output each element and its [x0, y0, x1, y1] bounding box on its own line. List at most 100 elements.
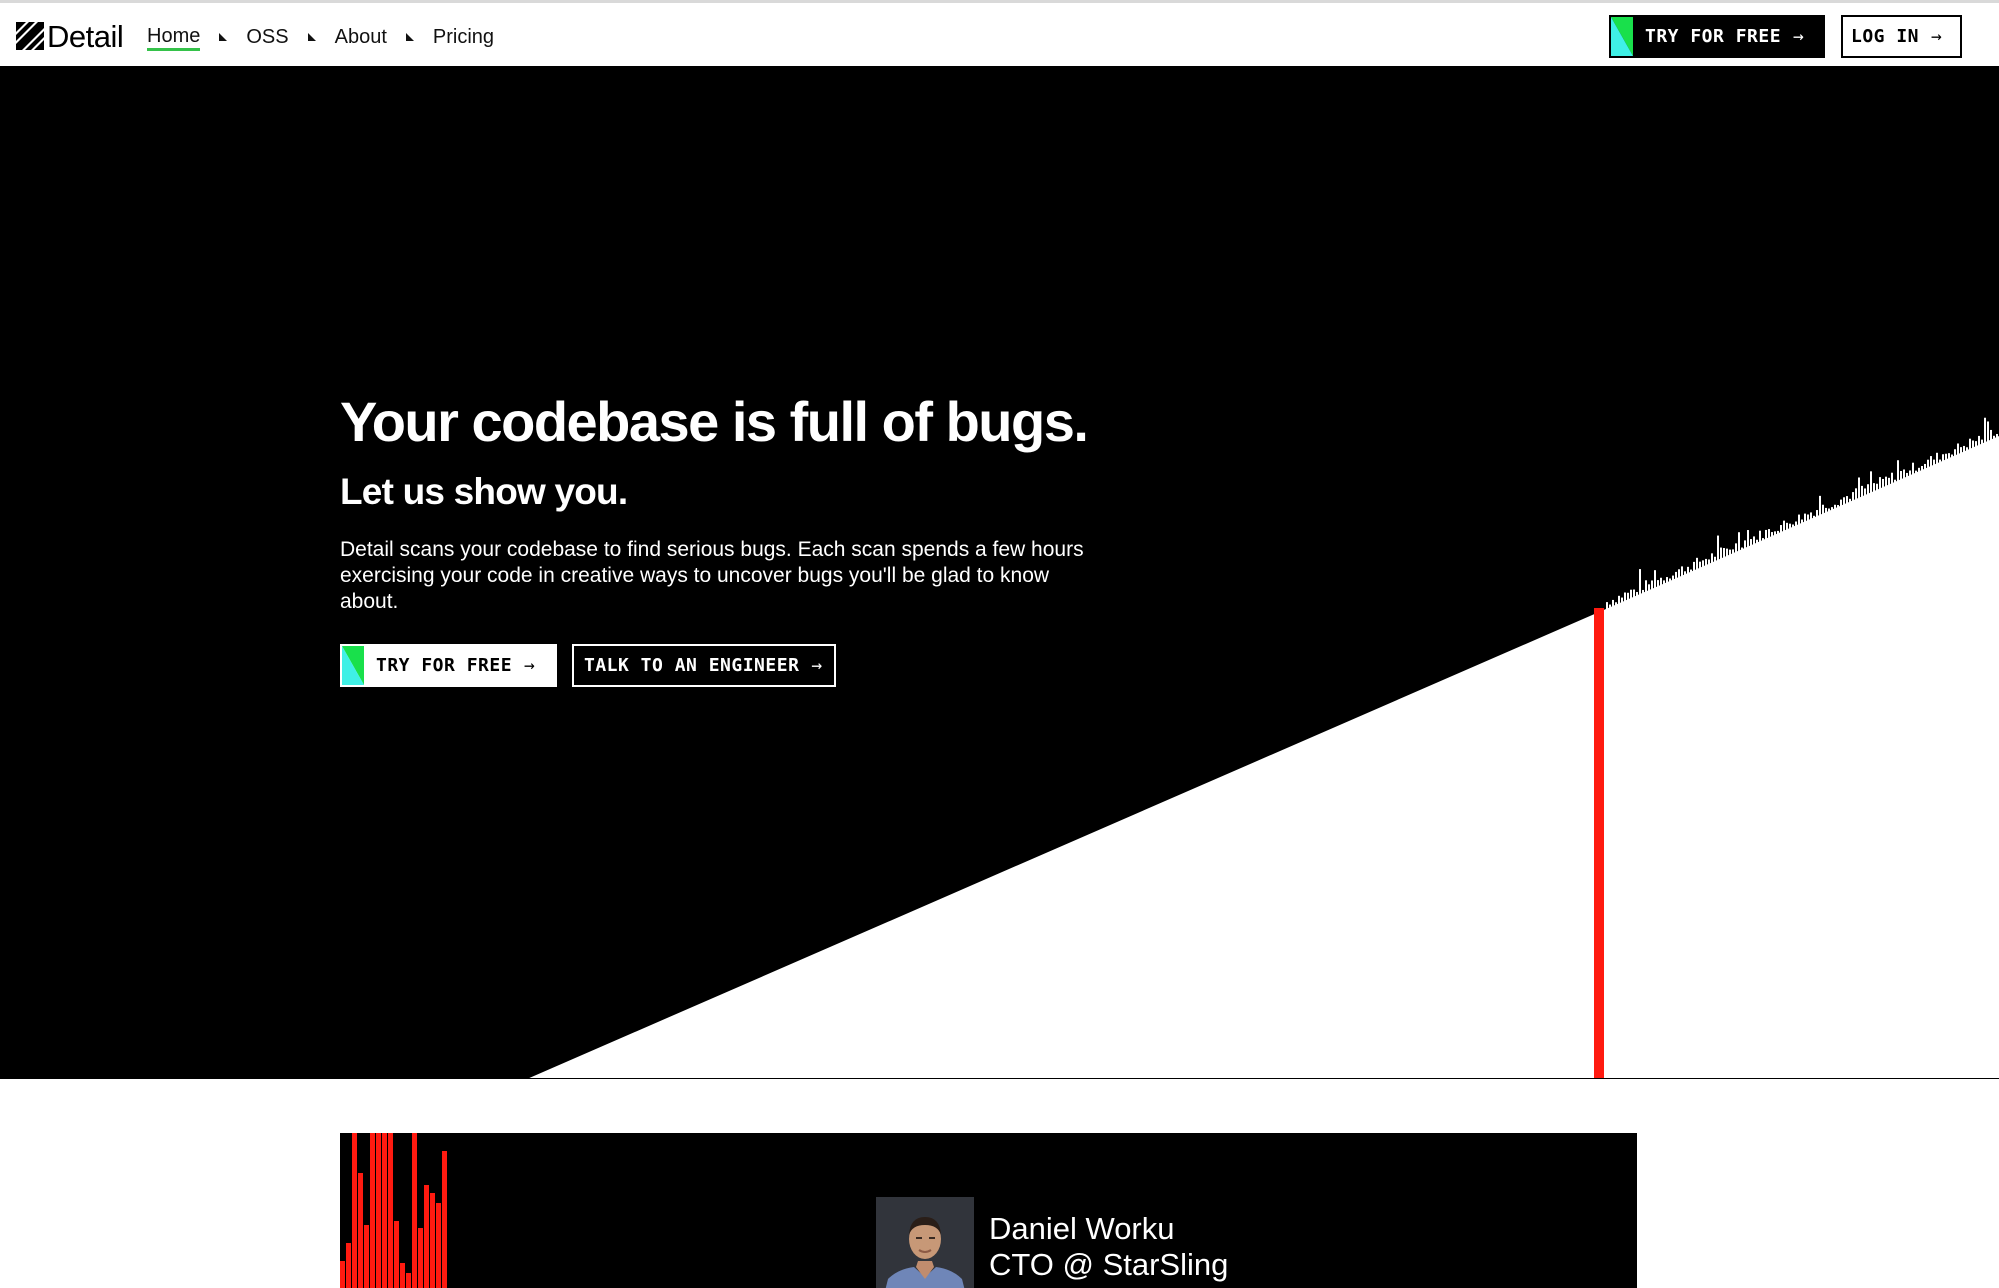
gradient-accent-icon [1611, 17, 1633, 56]
graph-spike [1972, 440, 1974, 450]
arrow-right-icon: → [1931, 26, 1943, 47]
graph-spike [1840, 499, 1842, 508]
graph-red-marker [1594, 608, 1604, 1079]
graph-spike [1636, 592, 1638, 598]
graph-spike [1870, 471, 1872, 495]
graph-spike [1762, 538, 1764, 543]
graph-spike [1735, 543, 1737, 555]
bug-bar [436, 1203, 441, 1288]
graph-spike [1900, 470, 1902, 482]
graph-spike [1648, 584, 1650, 593]
graph-spike [1813, 515, 1815, 520]
bug-bar [430, 1193, 435, 1288]
graph-spike [1693, 561, 1695, 573]
graph-spike [1654, 570, 1656, 590]
bug-bar [370, 1133, 375, 1288]
graph-spike [1816, 510, 1818, 519]
graph-spike [1825, 507, 1827, 515]
graph-spike [1738, 532, 1740, 553]
graph-spike [1909, 470, 1911, 478]
graph-spike [1924, 463, 1926, 472]
nav-link-pricing[interactable]: Pricing [433, 23, 494, 51]
graph-spike [1783, 520, 1785, 534]
avatar [876, 1197, 974, 1288]
graph-spike [1732, 549, 1734, 556]
graph-spike [1690, 569, 1692, 575]
graph-spike [1768, 529, 1770, 540]
graph-spike [1951, 454, 1953, 460]
bug-bar [364, 1225, 369, 1288]
nav-try-for-free-button[interactable]: TRY FOR FREE → [1609, 15, 1825, 58]
graph-spike [1954, 449, 1956, 458]
graph-spike [1774, 531, 1776, 538]
bug-bars-graphic [340, 1133, 447, 1288]
graph-spike [1849, 498, 1851, 505]
graph-spike [1687, 566, 1689, 576]
graph-spike [1609, 604, 1611, 610]
graph-spike [1639, 569, 1641, 597]
graph-spike [1717, 535, 1719, 563]
talk-to-engineer-button[interactable]: TALK TO AN ENGINEER → [572, 644, 836, 687]
graph-spike [1633, 589, 1635, 600]
graph-spike [1771, 532, 1773, 539]
graph-spike [1780, 525, 1782, 535]
hero-try-label: TRY FOR FREE [376, 655, 513, 676]
graph-spike [1897, 460, 1899, 483]
bug-bar [394, 1221, 399, 1288]
graph-spike [1630, 589, 1632, 601]
nav-link-oss[interactable]: OSS [246, 23, 288, 51]
nav-try-label: TRY FOR FREE [1645, 26, 1782, 47]
bug-bar [442, 1151, 447, 1288]
nav-link-about[interactable]: About [335, 23, 387, 51]
graph-spike [1918, 467, 1920, 474]
graph-spike [1888, 477, 1890, 487]
graph-spike [1819, 495, 1821, 518]
graph-spike [1984, 417, 1986, 445]
graph-spike [1855, 488, 1857, 502]
graph-spike [1837, 505, 1839, 510]
nav-login-label: LOG IN [1851, 26, 1920, 47]
graph-spike [1831, 507, 1833, 512]
graph-spike [1927, 459, 1929, 470]
graph-spike [1993, 435, 1995, 441]
graph-spike [1750, 539, 1752, 548]
top-navbar: Detail Home OSS About Pricing TRY FOR FR… [0, 0, 1999, 66]
graph-spike [1678, 569, 1680, 580]
graph-spike [1867, 484, 1869, 497]
nav-link-home[interactable]: Home [147, 24, 201, 51]
hero-subtitle: Let us show you. [340, 471, 628, 512]
graph-spike [1726, 548, 1728, 559]
graph-spike [1753, 536, 1755, 547]
graph-spike [1807, 514, 1809, 523]
graph-spike [1948, 453, 1950, 461]
graph-spike [1798, 514, 1800, 527]
graph-spike [1804, 513, 1806, 524]
testimonial-card: Daniel Worku CTO @ StarSling [340, 1133, 1637, 1288]
nav-login-button[interactable]: LOG IN → [1841, 15, 1962, 58]
graph-spike [1915, 470, 1917, 475]
graph-spike [1720, 547, 1722, 561]
graph-spike [1660, 577, 1662, 588]
graph-spike [1858, 477, 1860, 501]
graph-spike [1828, 508, 1830, 514]
graph-spike [1621, 597, 1623, 605]
logo[interactable]: Detail [16, 19, 124, 53]
graph-spike [1642, 589, 1644, 596]
graph-spike [1651, 580, 1653, 592]
hero-section: Your codebase is full of bugs. Let us sh… [0, 66, 1999, 1079]
graph-spike [1843, 497, 1845, 507]
graph-spike [1963, 445, 1965, 454]
graph-spike [1789, 523, 1791, 531]
hero-try-for-free-button[interactable]: TRY FOR FREE → [340, 644, 557, 687]
hero-title: Your codebase is full of bugs. [340, 390, 1089, 453]
graph-spike [1921, 466, 1923, 473]
graph-spike [1606, 602, 1608, 611]
graph-spike [1747, 530, 1749, 549]
graph-spike [1882, 478, 1884, 490]
graph-spike [1714, 556, 1716, 564]
graph-spike [1756, 539, 1758, 545]
graph-spike [1627, 592, 1629, 602]
graph-spike [1939, 459, 1941, 465]
gradient-accent-icon [342, 646, 364, 685]
graph-spike [1744, 540, 1746, 551]
